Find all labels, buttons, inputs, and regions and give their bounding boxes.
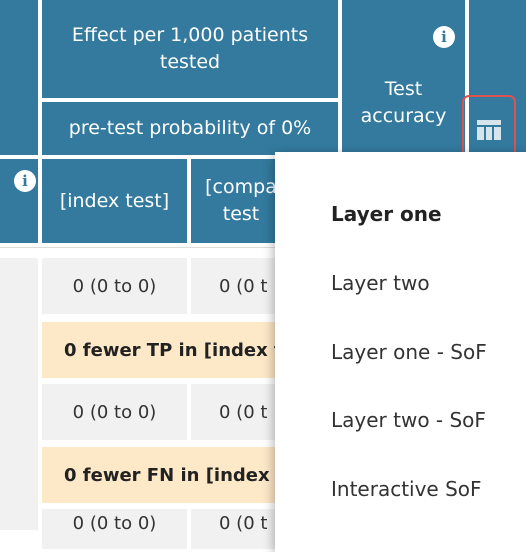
menu-item-layer-one-sof[interactable]: Layer one - SoF [331,340,487,364]
index-test-header: [index test] [42,159,187,243]
test-accuracy-header: Test accuracy [342,0,465,155]
row-1-index: 0 (0 to 0) [42,258,187,314]
summary-fn: 0 fewer FN in [index t [42,447,311,503]
effect-title: Effect per 1,000 patients tested [71,24,309,73]
row-3-index: 0 (0 to 0) [42,509,187,549]
info-icon[interactable]: i [433,26,455,48]
pretest-header: pre-test probability of 0% [42,102,338,155]
table-layout-icon [477,120,501,140]
menu-item-layer-one[interactable]: Layer one [331,202,442,226]
menu-item-layer-two[interactable]: Layer two [331,271,430,295]
pretest-label: pre-test probability of 0% [68,117,312,140]
layer-dropdown-menu: Layer one Layer two Layer one - SoF Laye… [275,152,526,552]
index-test-label: [index test] [59,189,170,212]
menu-item-layer-two-sof[interactable]: Layer two - SoF [331,408,486,432]
effect-title-header: Effect per 1,000 patients tested [42,0,338,98]
layout-toggle-button[interactable] [462,95,516,160]
body-left-column [0,258,38,530]
test-accuracy-label: Test accuracy [360,77,447,127]
menu-item-interactive-sof[interactable]: Interactive SoF [331,477,482,501]
summary-tp: 0 fewer TP in [index t [42,322,311,378]
row-2-index: 0 (0 to 0) [42,384,187,440]
info-icon-left[interactable]: i [14,170,36,192]
comparator-test-label: [compa test [205,176,277,225]
header-left-blank [0,0,38,155]
